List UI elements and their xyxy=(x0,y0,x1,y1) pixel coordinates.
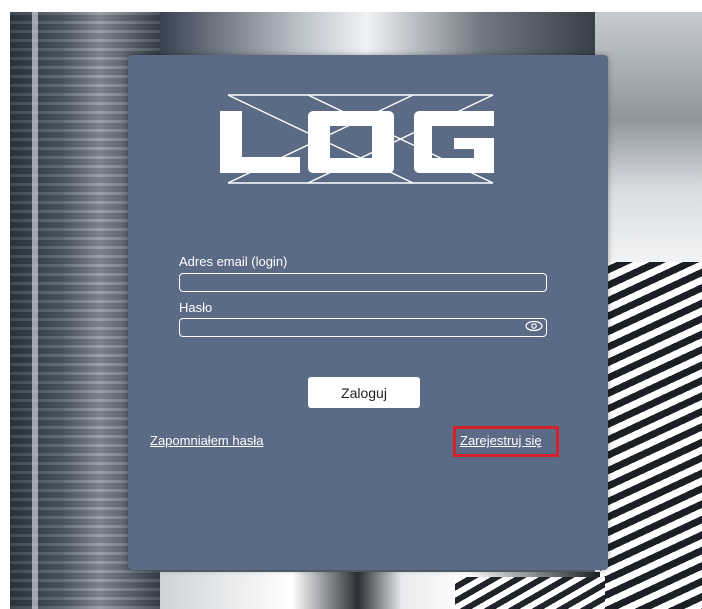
login-card: Adres email (login) Hasło Zaloguj Zapomn… xyxy=(128,55,608,570)
password-label: Hasło xyxy=(179,300,213,315)
eye-icon[interactable] xyxy=(525,320,543,332)
register-link[interactable]: Zarejestruj się xyxy=(460,433,542,448)
background-louvers-right xyxy=(600,262,702,609)
login-button[interactable]: Zaloguj xyxy=(308,377,420,408)
background-pillar xyxy=(32,12,38,609)
email-label: Adres email (login) xyxy=(179,254,288,269)
email-input[interactable] xyxy=(179,273,547,292)
forgot-password-link[interactable]: Zapomniałem hasła xyxy=(150,433,263,448)
password-input[interactable] xyxy=(179,318,547,337)
background-louvers-bottom xyxy=(455,577,605,609)
log-logo xyxy=(220,94,494,184)
